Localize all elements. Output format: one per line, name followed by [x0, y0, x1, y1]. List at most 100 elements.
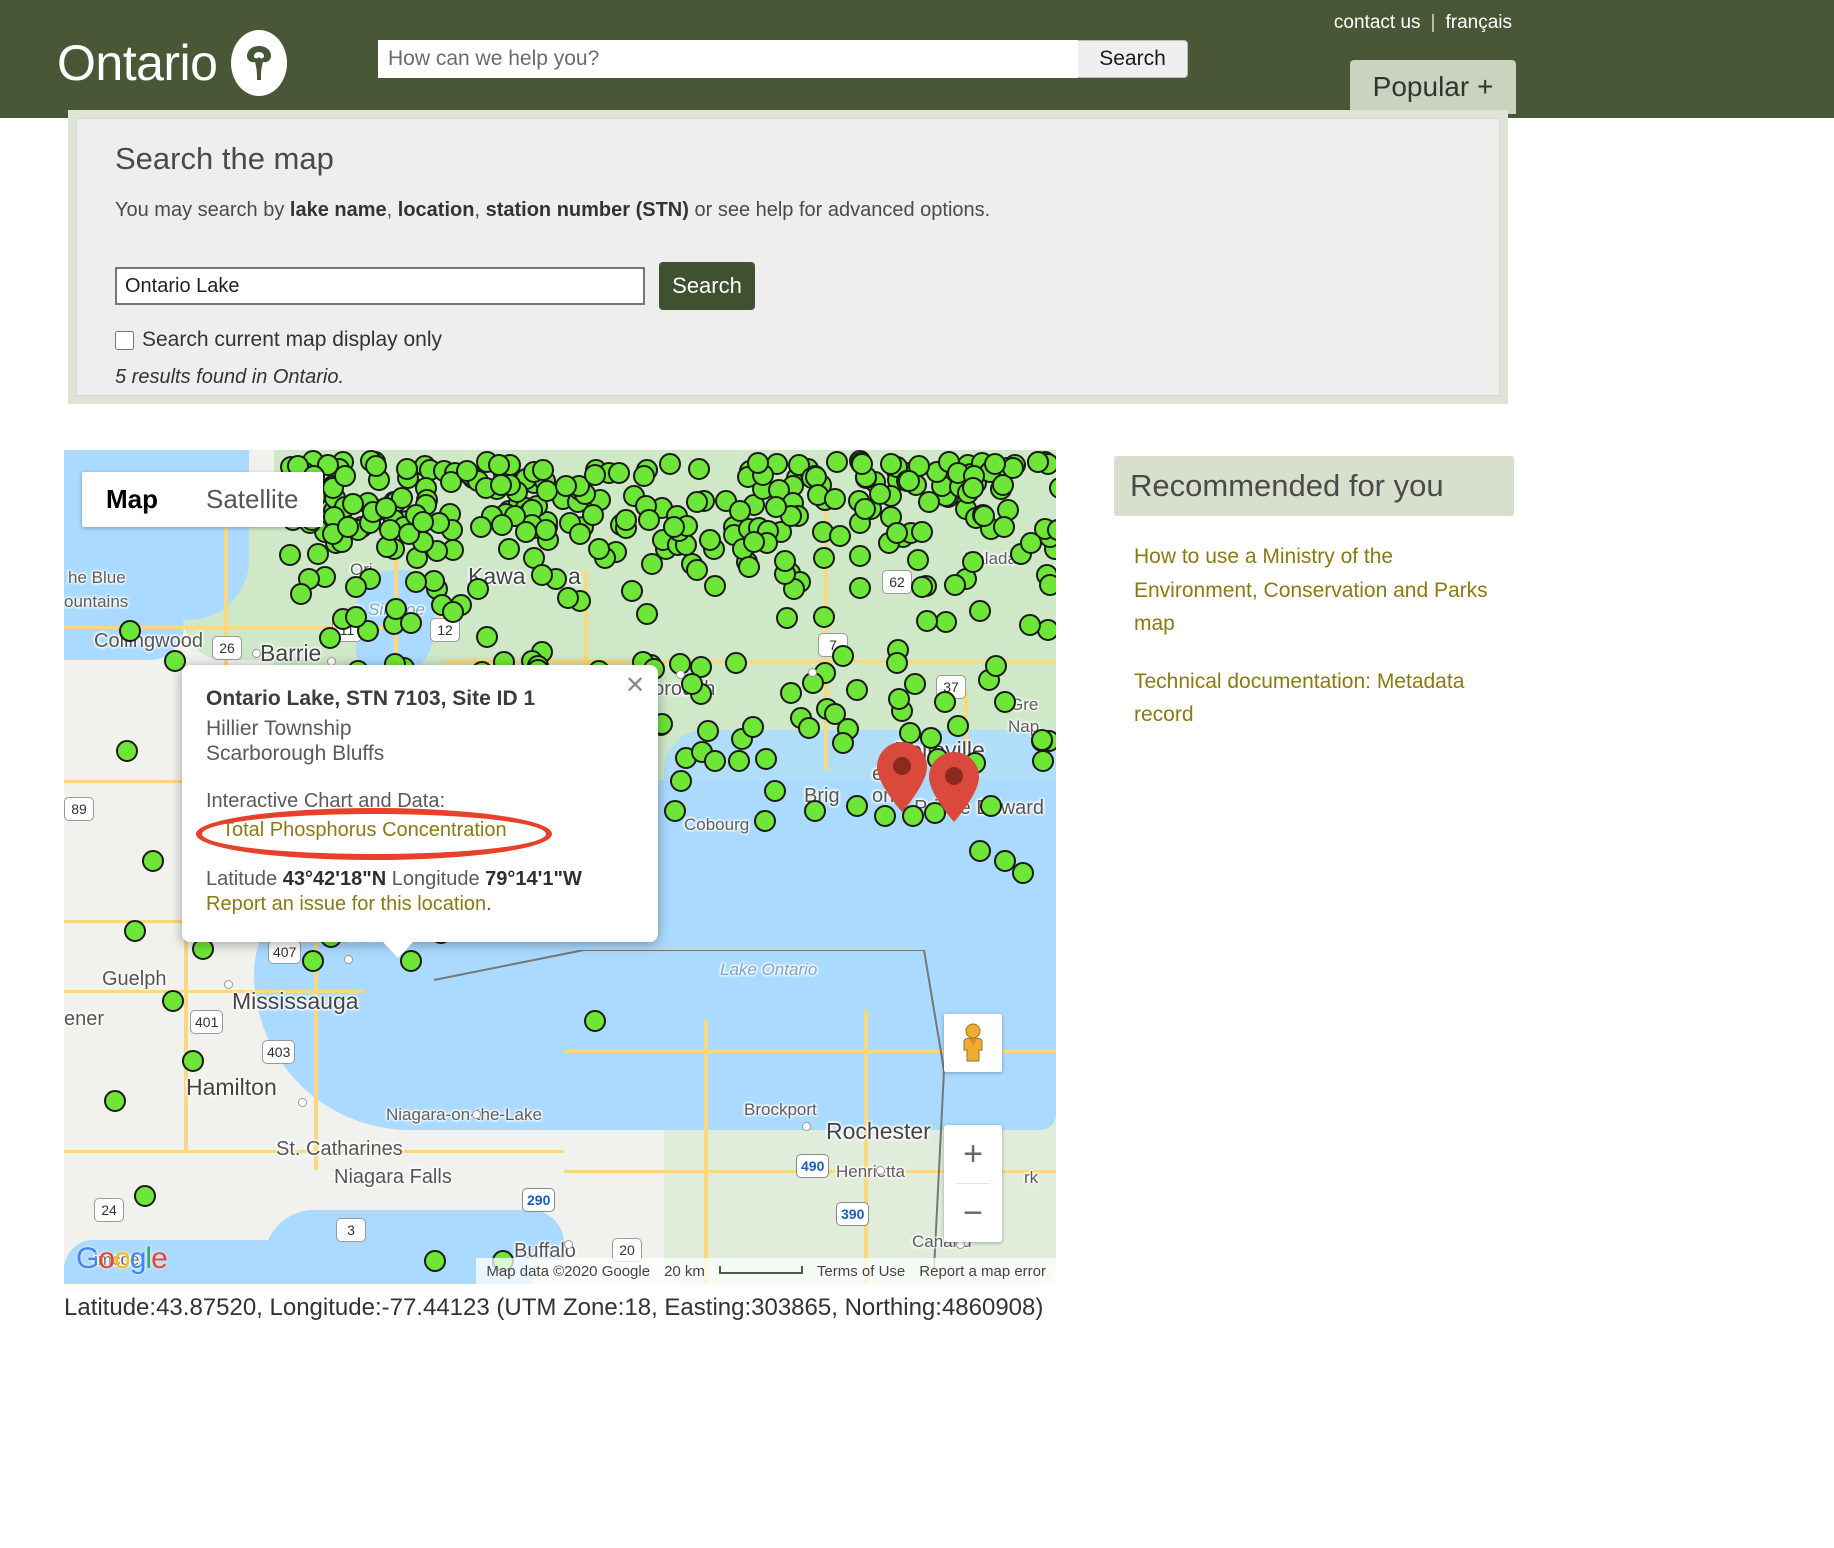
station-marker[interactable]	[947, 715, 969, 737]
station-marker[interactable]	[755, 748, 777, 770]
station-marker[interactable]	[557, 587, 579, 609]
station-marker[interactable]	[846, 795, 868, 817]
station-marker[interactable]	[728, 750, 750, 772]
station-info-window[interactable]: ✕ Ontario Lake, STN 7103, Site ID 1 Hill…	[182, 665, 658, 942]
station-marker[interactable]	[608, 462, 630, 484]
report-map-error-link[interactable]: Report a map error	[919, 1263, 1046, 1280]
station-marker[interactable]	[319, 627, 341, 649]
station-marker[interactable]	[849, 545, 871, 567]
station-marker[interactable]	[742, 716, 764, 738]
station-marker[interactable]	[162, 990, 184, 1012]
station-marker[interactable]	[134, 1185, 156, 1207]
station-marker[interactable]	[888, 688, 910, 710]
station-marker[interactable]	[969, 840, 991, 862]
station-marker[interactable]	[851, 453, 873, 475]
station-marker[interactable]	[832, 732, 854, 754]
station-marker[interactable]	[704, 750, 726, 772]
station-marker[interactable]	[307, 543, 329, 565]
station-marker[interactable]	[880, 453, 902, 475]
station-marker[interactable]	[142, 850, 164, 872]
station-marker[interactable]	[636, 603, 658, 625]
station-marker[interactable]	[980, 795, 1002, 817]
selected-station-pin[interactable]	[874, 740, 930, 814]
station-marker[interactable]	[824, 488, 846, 510]
global-search-button[interactable]: Search	[1078, 40, 1188, 78]
close-icon[interactable]: ✕	[620, 671, 650, 701]
recommended-link-ministry-map[interactable]: How to use a Ministry of the Environment…	[1134, 540, 1514, 641]
zoom-controls[interactable]: + −	[944, 1125, 1002, 1242]
tab-map[interactable]: Map	[82, 472, 182, 527]
station-marker[interactable]	[1019, 614, 1041, 636]
station-marker[interactable]	[725, 652, 747, 674]
station-marker[interactable]	[743, 531, 765, 553]
station-marker[interactable]	[498, 538, 520, 560]
station-marker[interactable]	[659, 453, 681, 475]
station-marker[interactable]	[846, 679, 868, 701]
station-marker[interactable]	[907, 549, 929, 571]
station-marker[interactable]	[804, 800, 826, 822]
station-marker[interactable]	[832, 645, 854, 667]
station-marker[interactable]	[104, 1090, 126, 1112]
station-marker[interactable]	[1031, 729, 1053, 751]
station-marker[interactable]	[476, 626, 498, 648]
recommended-link-metadata-record[interactable]: Technical documentation: Metadata record	[1134, 665, 1514, 732]
map-search-button[interactable]: Search	[659, 262, 755, 310]
station-marker[interactable]	[994, 691, 1016, 713]
station-marker[interactable]	[385, 598, 407, 620]
station-marker[interactable]	[918, 491, 940, 513]
terms-of-use-link[interactable]: Terms of Use	[817, 1263, 905, 1280]
station-marker[interactable]	[531, 564, 553, 586]
station-marker[interactable]	[515, 521, 537, 543]
station-marker[interactable]	[798, 717, 820, 739]
map-container[interactable]: he BlueountainsCollingwoodBarrieOriKawaa…	[64, 450, 1056, 1284]
francais-link[interactable]: français	[1445, 12, 1512, 34]
popular-button[interactable]: Popular +	[1350, 60, 1516, 114]
station-marker[interactable]	[738, 556, 760, 578]
report-issue-link[interactable]: Report an issue for this location	[206, 893, 486, 915]
station-marker[interactable]	[911, 521, 933, 543]
station-marker[interactable]	[582, 504, 604, 526]
station-marker[interactable]	[969, 600, 991, 622]
tab-satellite[interactable]: Satellite	[182, 472, 323, 527]
station-marker[interactable]	[491, 514, 513, 536]
station-marker[interactable]	[337, 516, 359, 538]
station-marker[interactable]	[663, 516, 685, 538]
station-marker[interactable]	[776, 607, 798, 629]
station-marker[interactable]	[829, 525, 851, 547]
station-marker[interactable]	[699, 529, 721, 551]
station-marker[interactable]	[704, 575, 726, 597]
zoom-in-button[interactable]: +	[944, 1125, 1002, 1183]
station-marker[interactable]	[490, 474, 512, 496]
map-search-input[interactable]	[115, 267, 645, 305]
station-marker[interactable]	[470, 516, 492, 538]
station-marker[interactable]	[334, 465, 356, 487]
ontario-logo[interactable]: Ontario	[57, 30, 287, 96]
station-marker[interactable]	[182, 1050, 204, 1072]
station-marker[interactable]	[584, 464, 606, 486]
search-current-map-checkbox[interactable]	[115, 331, 134, 350]
street-view-pegman-icon[interactable]	[944, 1014, 1002, 1072]
station-marker[interactable]	[375, 497, 397, 519]
zoom-out-button[interactable]: −	[944, 1184, 1002, 1242]
station-marker[interactable]	[124, 920, 146, 942]
station-marker[interactable]	[116, 740, 138, 762]
station-marker[interactable]	[849, 577, 871, 599]
station-marker[interactable]	[813, 606, 835, 628]
station-marker[interactable]	[467, 578, 489, 600]
station-marker[interactable]	[962, 477, 984, 499]
station-marker[interactable]	[1027, 451, 1049, 473]
station-marker[interactable]	[993, 516, 1015, 538]
station-marker[interactable]	[119, 620, 141, 642]
station-marker[interactable]	[916, 610, 938, 632]
station-marker[interactable]	[688, 458, 710, 480]
station-marker[interactable]	[442, 601, 464, 623]
station-marker[interactable]	[729, 500, 751, 522]
global-search-input[interactable]	[378, 40, 1078, 78]
station-marker[interactable]	[664, 800, 686, 822]
station-marker[interactable]	[638, 509, 660, 531]
station-marker[interactable]	[984, 453, 1006, 475]
station-marker[interactable]	[1032, 750, 1054, 772]
station-marker[interactable]	[615, 509, 637, 531]
station-marker[interactable]	[935, 611, 957, 633]
station-marker[interactable]	[641, 553, 663, 575]
